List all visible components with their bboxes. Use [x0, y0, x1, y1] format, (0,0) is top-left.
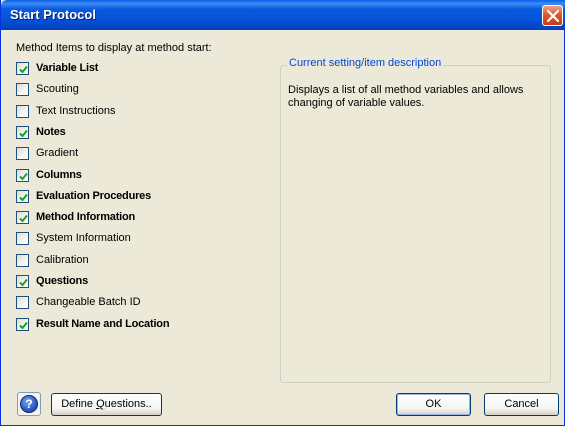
checkmark-icon: [19, 321, 28, 330]
checkmark-icon: [19, 278, 28, 287]
method-item-label: Changeable Batch ID: [36, 296, 141, 309]
method-item-label: Result Name and Location: [36, 317, 170, 330]
ok-label: OK: [425, 398, 442, 410]
checkbox-unchecked[interactable]: [16, 232, 29, 246]
define-questions-button[interactable]: Define Questions..: [51, 393, 162, 416]
checkmark-icon: [19, 172, 28, 180]
description-text: Displays a list of all method variables …: [288, 84, 524, 109]
method-item-label: Variable List: [36, 62, 99, 74]
description-groupbox: [280, 65, 551, 383]
checkmark-icon: [19, 129, 28, 138]
checkbox-unchecked[interactable]: [16, 83, 29, 97]
help-icon: ?: [25, 397, 33, 411]
help-button[interactable]: ?: [20, 395, 38, 413]
method-items-label: Method Items to display at method start:: [16, 42, 212, 54]
checkbox-checked[interactable]: [16, 211, 29, 225]
ok-button[interactable]: OK: [396, 393, 471, 416]
checkbox-checked[interactable]: [16, 189, 29, 203]
title-bar[interactable]: Start Protocol: [1, 0, 565, 30]
checkbox-checked[interactable]: [16, 125, 29, 139]
define-questions-label: Define Questions..: [61, 398, 152, 410]
checkbox-unchecked[interactable]: [16, 147, 29, 161]
method-item-label: Notes: [36, 125, 66, 138]
define-questions-mnemonic: Q: [96, 398, 105, 410]
method-item-label: Text Instructions: [36, 104, 116, 117]
checkmark-icon: [19, 65, 28, 74]
close-button[interactable]: [542, 5, 563, 26]
close-icon: [547, 10, 559, 22]
method-item-label: Questions: [36, 275, 88, 287]
cancel-label: Cancel: [504, 398, 539, 410]
checkbox-unchecked[interactable]: [16, 104, 29, 118]
checkbox-unchecked[interactable]: [16, 253, 29, 267]
checkmark-icon: [19, 214, 28, 223]
checkbox-checked[interactable]: [16, 168, 29, 182]
checkbox-checked[interactable]: [16, 62, 29, 75]
method-item-label: Calibration: [36, 253, 89, 266]
method-item-label: Gradient: [36, 147, 79, 160]
method-item-label: Scouting: [36, 83, 79, 96]
method-item-label: Method Information: [36, 211, 136, 224]
method-item-label: Columns: [36, 168, 82, 181]
window-title: Start Protocol: [10, 7, 96, 22]
checkbox-checked[interactable]: [16, 275, 29, 288]
description-legend: Current setting/item description: [287, 57, 444, 69]
method-item-label: System Information: [36, 232, 131, 245]
checkbox-unchecked[interactable]: [16, 296, 29, 310]
checkmark-icon: [19, 193, 28, 202]
start-protocol-dialog: Start Protocol Method Items to display a…: [0, 0, 565, 426]
checkbox-checked[interactable]: [16, 317, 29, 331]
method-item-label: Evaluation Procedures: [36, 189, 152, 202]
cancel-button[interactable]: Cancel: [484, 393, 559, 416]
